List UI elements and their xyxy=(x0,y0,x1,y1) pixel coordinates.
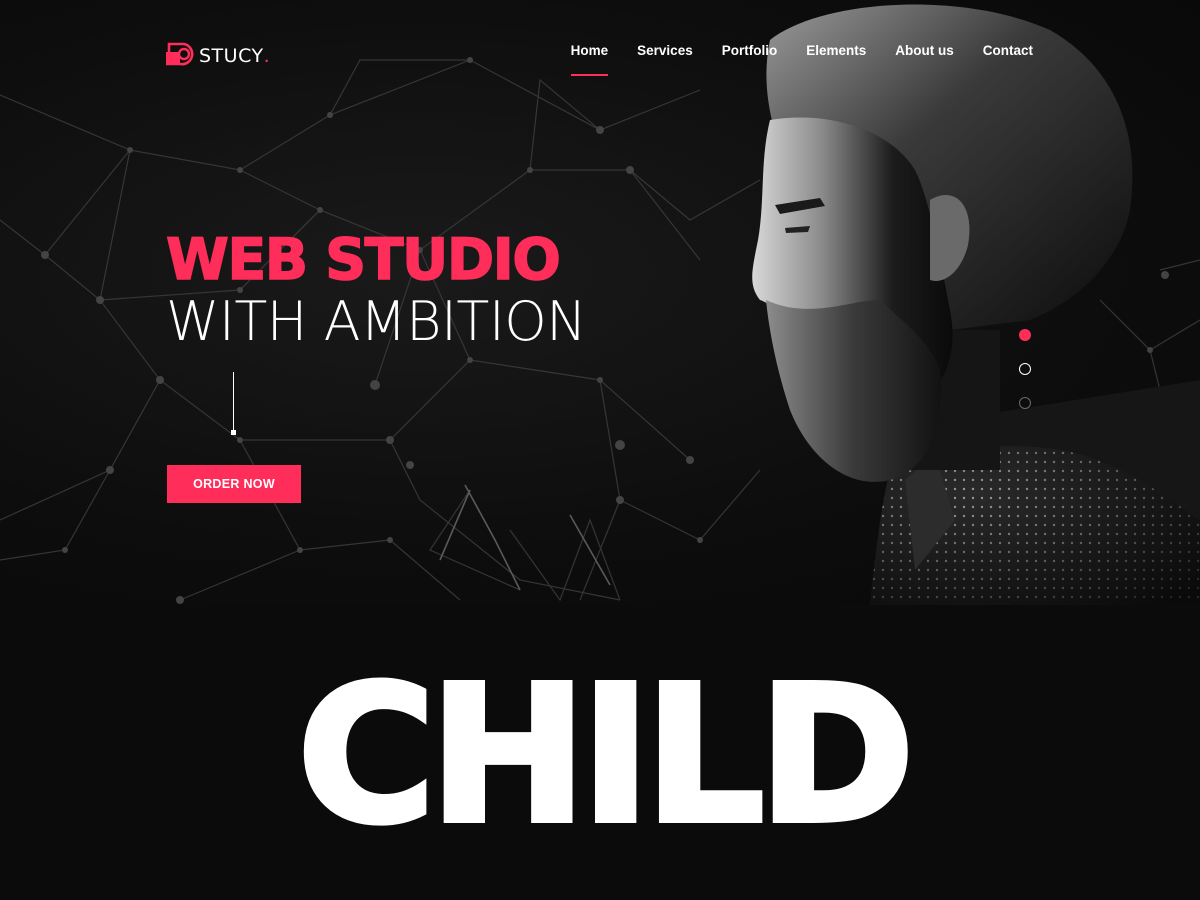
slide-dot-1[interactable] xyxy=(1019,329,1031,341)
scroll-indicator-line xyxy=(233,372,234,433)
order-now-button[interactable]: ORDER NOW xyxy=(167,465,301,503)
nav-item-contact[interactable]: Contact xyxy=(983,43,1033,68)
headline-line-2: WITH AMBITION xyxy=(166,290,587,353)
slide-dot-3[interactable] xyxy=(1019,397,1031,409)
child-theme-banner: CHILD xyxy=(0,605,1200,900)
brand-name: STUCY xyxy=(199,45,264,67)
slider-pagination xyxy=(1019,329,1033,431)
banner-title: CHILD xyxy=(294,643,917,868)
hero-section: STUCY. Home Services Portfolio Elements … xyxy=(0,0,1200,605)
slide-dot-2[interactable] xyxy=(1019,363,1031,375)
headline-line-1: WEB STUDIO xyxy=(165,227,561,293)
brand-dot: . xyxy=(263,45,270,67)
hero-headline: WEB STUDIO WITH AMBITION xyxy=(165,227,686,353)
nav-item-home[interactable]: Home xyxy=(570,43,608,76)
nav-item-elements[interactable]: Elements xyxy=(806,43,866,68)
site-header: STUCY. Home Services Portfolio Elements … xyxy=(0,0,1200,100)
nav-item-portfolio[interactable]: Portfolio xyxy=(722,43,778,68)
camera-lens-icon xyxy=(165,38,198,68)
main-nav: Home Services Portfolio Elements About u… xyxy=(570,43,1033,76)
logo[interactable]: STUCY. xyxy=(165,36,270,70)
nav-item-about-us[interactable]: About us xyxy=(895,43,954,68)
nav-item-services[interactable]: Services xyxy=(637,43,693,68)
scroll-indicator-dot xyxy=(231,430,236,435)
